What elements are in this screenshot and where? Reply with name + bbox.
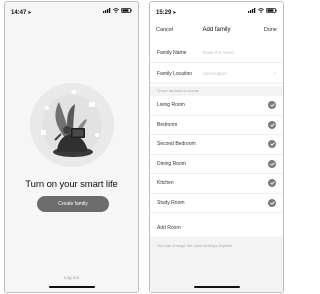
battery-icon	[121, 7, 132, 13]
status-bar: 15:29➤	[150, 2, 283, 18]
room-item-dining-room[interactable]: Dining Room	[150, 154, 283, 174]
add-room-button[interactable]: Add Room	[150, 219, 283, 238]
family-name-row: Family Name	[150, 43, 283, 63]
create-family-button[interactable]: Create family	[37, 196, 109, 212]
room-list: Living Room Bedroom Second Bedroom Dinin…	[150, 96, 283, 213]
status-time: 15:29	[156, 10, 172, 16]
check-icon[interactable]	[268, 101, 276, 110]
family-location-label: Family Location	[157, 70, 193, 77]
room-item-kitchen[interactable]: Kitchen	[150, 174, 283, 194]
cancel-button[interactable]: Cancel	[156, 27, 173, 33]
check-icon[interactable]	[268, 140, 276, 149]
wifi-icon	[258, 7, 264, 13]
done-button[interactable]: Done	[264, 27, 277, 33]
rooms-section-header: Smart devices in rooms	[150, 86, 283, 96]
battery-icon	[266, 7, 277, 13]
hint-area: You can change the room settings anytime	[150, 238, 283, 292]
room-label: Bedroom	[157, 121, 178, 128]
room-item-second-bedroom[interactable]: Second Bedroom	[150, 135, 283, 155]
hint-text: You can change the room settings anytime	[157, 243, 233, 248]
family-location-row[interactable]: Family Location ›	[150, 64, 283, 84]
check-icon[interactable]	[268, 198, 276, 207]
room-label: Second Bedroom	[157, 141, 196, 148]
wifi-icon	[113, 7, 119, 13]
room-item-study-room[interactable]: Study Room	[150, 193, 283, 213]
status-bar: 14:47➤	[5, 2, 138, 18]
location-arrow-icon: ➤	[172, 10, 177, 16]
signal-icon	[248, 7, 256, 13]
onboarding-title: Turn on your smart life	[25, 179, 118, 190]
home-indicator	[193, 285, 240, 288]
family-name-input[interactable]	[203, 50, 276, 55]
check-icon[interactable]	[268, 179, 276, 188]
onboarding-screen: 14:47➤ Turn on your smart life Create fa…	[4, 1, 139, 293]
room-label: Living Room	[157, 102, 185, 109]
family-location-input[interactable]	[203, 71, 272, 76]
signal-icon	[103, 7, 111, 13]
check-icon[interactable]	[268, 159, 276, 168]
family-name-label: Family Name	[157, 49, 187, 56]
room-label: Kitchen	[157, 180, 174, 187]
check-icon[interactable]	[268, 120, 276, 129]
status-icons	[248, 7, 277, 13]
chevron-right-icon: ›	[274, 70, 276, 77]
smart-home-illustration	[30, 83, 114, 167]
status-time-group: 15:29➤	[156, 2, 177, 19]
status-icons	[103, 7, 132, 13]
logout-link[interactable]: Log out	[5, 275, 138, 280]
room-item-bedroom[interactable]: Bedroom	[150, 115, 283, 135]
room-label: Study Room	[157, 199, 185, 206]
room-label: Dining Room	[157, 160, 186, 167]
status-time-group: 14:47➤	[11, 2, 32, 19]
room-item-living-room[interactable]: Living Room	[150, 96, 283, 116]
location-arrow-icon: ➤	[27, 10, 32, 16]
navigation-bar: Cancel Add family Done	[150, 23, 283, 37]
status-time: 14:47	[11, 10, 27, 16]
home-indicator	[48, 285, 95, 288]
add-family-screen: 15:29➤ Cancel Add family Done Family Nam…	[149, 1, 284, 293]
